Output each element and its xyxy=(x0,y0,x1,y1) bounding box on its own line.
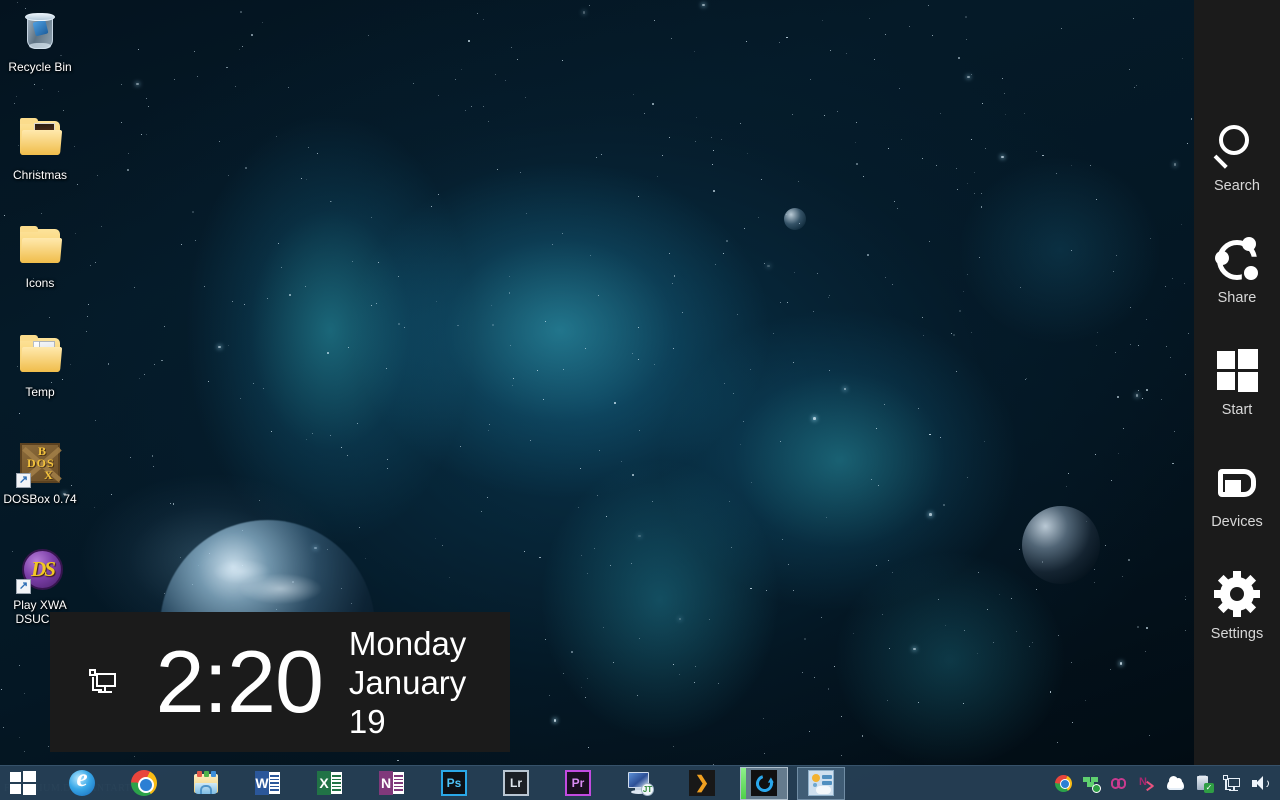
photoshop-letters: Ps xyxy=(441,770,467,796)
taskbar-item-console[interactable]: ❯ xyxy=(678,766,726,800)
desktop-icon-label: Icons xyxy=(25,276,55,290)
desktop-icon-temp[interactable]: Temp xyxy=(0,333,80,399)
network-monitor-icon xyxy=(88,668,118,696)
clock-date: Monday January 19 xyxy=(349,624,510,741)
taskbar-item-remote-desktop[interactable]: JT xyxy=(616,766,664,800)
desktop-icon-christmas[interactable]: Christmas xyxy=(0,116,80,182)
folder-icon xyxy=(16,116,64,164)
taskbar-pinned-apps: W X N Ps xyxy=(46,765,846,800)
desktop-icon-label: Recycle Bin xyxy=(8,60,72,74)
windows-logo-icon xyxy=(10,771,36,795)
clock-date-text: January 19 xyxy=(348,663,467,740)
premiere-letters: Pr xyxy=(565,770,591,796)
planet-small-image xyxy=(784,208,806,230)
chevron-right-icon: ❯ xyxy=(689,770,715,796)
chrome-icon xyxy=(131,770,157,796)
excel-letter: X xyxy=(317,771,331,795)
file-explorer-icon xyxy=(193,770,219,796)
remote-monitor-icon: JT xyxy=(627,770,654,796)
charm-start[interactable]: Start xyxy=(1194,347,1280,418)
search-icon xyxy=(1212,123,1262,173)
clock-time: 2:20 xyxy=(155,632,324,731)
taskbar: W X N Ps xyxy=(0,765,1280,800)
premiere-icon: Pr xyxy=(565,770,591,796)
tray-cloud-icon[interactable] xyxy=(1167,776,1184,790)
shortcut-overlay-icon xyxy=(16,473,31,488)
charm-share[interactable]: Share xyxy=(1194,235,1280,306)
tray-speaker-icon[interactable] xyxy=(1251,775,1269,792)
recycle-bin-icon xyxy=(16,8,64,56)
taskbar-item-premiere[interactable]: Pr xyxy=(554,766,602,800)
desktop-icon-label: Christmas xyxy=(12,168,67,182)
tray-chrome-icon[interactable] xyxy=(1055,774,1072,792)
excel-icon: X xyxy=(317,770,343,796)
charm-label: Search xyxy=(1214,178,1260,194)
internet-explorer-icon xyxy=(69,765,95,796)
tray-dropbox-icon[interactable] xyxy=(1083,775,1101,793)
gear-icon xyxy=(1212,571,1262,621)
refresh-circle-icon xyxy=(751,770,777,796)
devices-icon xyxy=(1212,459,1262,509)
taskbar-item-chrome[interactable] xyxy=(120,766,168,800)
lock-clock-overlay: 2:20 Monday January 19 xyxy=(50,612,510,752)
taskbar-item-excel[interactable]: X xyxy=(306,766,354,800)
charm-devices[interactable]: Devices xyxy=(1194,459,1280,530)
clock-weekday: Monday xyxy=(348,624,467,662)
folder-icon xyxy=(16,224,64,272)
charm-settings[interactable]: Settings xyxy=(1194,571,1280,642)
planet-moon-image xyxy=(1022,506,1100,584)
start-button[interactable] xyxy=(0,766,46,800)
charm-label: Settings xyxy=(1210,626,1264,642)
taskbar-item-word[interactable]: W xyxy=(244,766,292,800)
word-letter: W xyxy=(255,771,269,795)
share-icon xyxy=(1212,235,1262,285)
charm-label: Start xyxy=(1221,402,1253,418)
desktop-icon-dosbox[interactable]: BDOSX DOSBox 0.74 xyxy=(0,440,80,506)
desktop-icon-recycle-bin[interactable]: Recycle Bin xyxy=(0,8,80,74)
tray-drive-check-icon[interactable]: ✓ xyxy=(1195,774,1214,793)
desktop-icon-icons[interactable]: Icons xyxy=(0,224,80,290)
folder-icon xyxy=(16,333,64,381)
dosbox-icon: B DOS X xyxy=(16,440,64,488)
word-icon: W xyxy=(255,770,281,796)
taskbar-item-weather[interactable] xyxy=(797,766,845,800)
drive-check-glyph: ✓ xyxy=(1204,782,1214,793)
chevron-glyph: ❯ xyxy=(689,770,715,796)
play-xwa-icon: DS xyxy=(16,546,64,594)
photoshop-icon: Ps xyxy=(441,770,467,796)
lightroom-letters: Lr xyxy=(503,770,529,796)
taskbar-item-lightroom[interactable]: Lr xyxy=(492,766,540,800)
charm-search[interactable]: Search xyxy=(1194,123,1280,194)
taskbar-item-internet-explorer[interactable] xyxy=(58,765,106,800)
desktop-icon-label: DOSBox 0.74 xyxy=(3,492,77,506)
remote-badge: JT xyxy=(641,783,654,796)
weather-tile-icon xyxy=(808,770,834,796)
lightroom-icon: Lr xyxy=(503,770,529,796)
taskbar-item-onenote[interactable]: N xyxy=(368,766,416,800)
taskbar-item-photoshop[interactable]: Ps xyxy=(430,766,478,800)
windows-logo-icon xyxy=(1212,347,1262,397)
charms-bar: Search Share Start Devices Settings xyxy=(1194,0,1280,765)
taskbar-item-refresh-app[interactable] xyxy=(740,766,788,800)
desktop-icon-label: Temp xyxy=(25,385,55,399)
tray-onenote-clipper-icon[interactable]: N xyxy=(1139,775,1156,792)
onenote-letter: N xyxy=(379,771,393,795)
charm-label: Share xyxy=(1217,290,1257,306)
shortcut-overlay-icon xyxy=(16,579,31,594)
onenote-icon: N xyxy=(379,770,405,796)
charm-label: Devices xyxy=(1211,514,1263,530)
tray-link-icon[interactable] xyxy=(1111,775,1128,792)
taskbar-item-file-explorer[interactable] xyxy=(182,766,230,800)
tray-network-icon[interactable] xyxy=(1223,774,1240,792)
system-tray: N ✓ xyxy=(1055,766,1280,800)
